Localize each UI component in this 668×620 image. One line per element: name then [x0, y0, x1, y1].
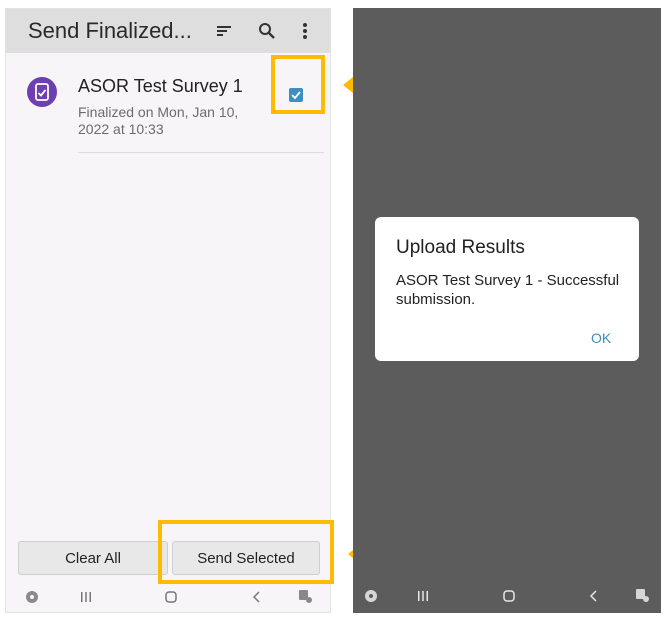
page-title: Send Finalized...: [28, 18, 192, 43]
system-nav-bar: [353, 579, 661, 613]
dialog-title: Upload Results: [396, 237, 525, 258]
form-avatar: [27, 77, 57, 107]
dialog-message: ASOR Test Survey 1 - Successful submissi…: [396, 272, 620, 308]
accessibility-icon[interactable]: [296, 587, 314, 605]
send-button-highlight-box: [158, 520, 334, 584]
game-launcher-icon[interactable]: [363, 588, 379, 604]
checkbox-highlight-box: [271, 55, 325, 114]
more-vert-icon[interactable]: [293, 19, 317, 43]
recent-apps-icon[interactable]: [78, 589, 94, 605]
divider: [78, 152, 324, 153]
home-icon[interactable]: [501, 588, 517, 604]
form-name: ASOR Test Survey 1: [78, 76, 243, 96]
app-bar: Send Finalized...: [6, 9, 330, 53]
ok-button[interactable]: OK: [591, 330, 611, 346]
phone-screen-upload-results: Upload Results ASOR Test Survey 1 - Succ…: [353, 8, 661, 613]
home-icon[interactable]: [163, 589, 179, 605]
form-checked-icon: [35, 83, 49, 101]
upload-results-dialog: Upload Results ASOR Test Survey 1 - Succ…: [375, 217, 639, 361]
form-status: Finalized on Mon, Jan 10, 2022 at 10:33: [78, 104, 239, 137]
accessibility-icon[interactable]: [633, 586, 651, 604]
recent-apps-icon[interactable]: [415, 588, 431, 604]
game-launcher-icon[interactable]: [24, 589, 40, 605]
clear-all-button[interactable]: Clear All: [18, 541, 168, 575]
back-icon[interactable]: [586, 588, 602, 604]
back-icon[interactable]: [249, 589, 265, 605]
search-icon[interactable]: [255, 19, 279, 43]
system-nav-bar: [6, 580, 330, 612]
sort-icon[interactable]: [212, 19, 236, 43]
